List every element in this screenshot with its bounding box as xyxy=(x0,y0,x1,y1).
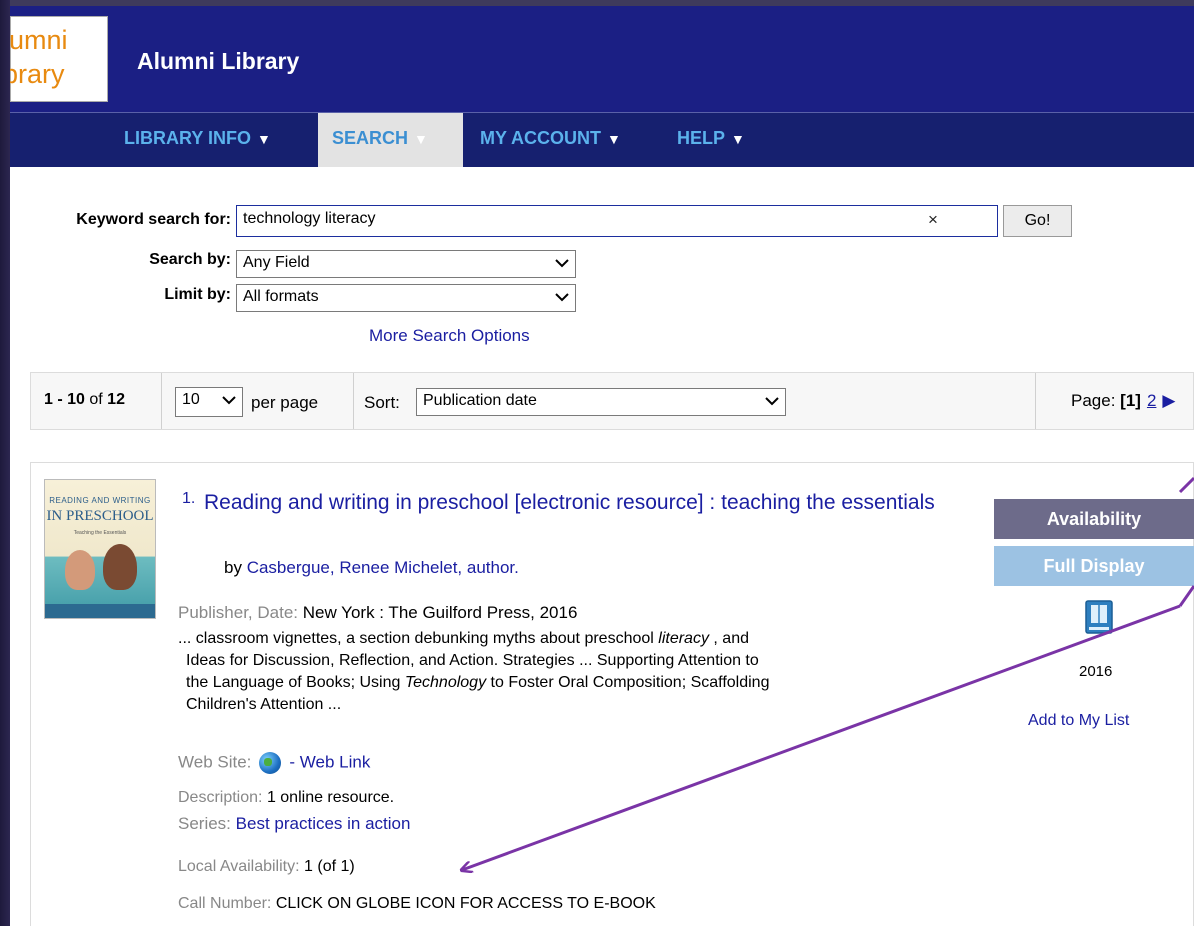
series-label: Series: xyxy=(178,814,231,833)
snippet-text: the Language of Books; Using xyxy=(186,674,405,691)
chevron-down-icon xyxy=(765,397,779,406)
site-title: Alumni Library xyxy=(137,48,300,74)
current-page: [1] xyxy=(1120,391,1141,410)
nav-my-account[interactable]: MY ACCOUNT ▼ xyxy=(480,113,621,167)
more-search-options-link[interactable]: More Search Options xyxy=(369,326,530,346)
ebook-icon xyxy=(1085,600,1113,634)
publisher-date: Publisher, Date: New York : The Guilford… xyxy=(178,603,577,623)
publisher-label: Publisher, Date: xyxy=(178,603,299,622)
cover-illustration xyxy=(103,544,137,590)
result-title-link[interactable]: Reading and writing in preschool [electr… xyxy=(204,488,964,518)
full-display-button[interactable]: Full Display xyxy=(994,546,1194,586)
series-row: Series: Best practices in action xyxy=(178,814,410,834)
local-availability-row: Local Availability: 1 (of 1) xyxy=(178,858,355,876)
snippet-text: , and xyxy=(708,630,749,647)
call-number-row: Call Number: CLICK ON GLOBE ICON FOR ACC… xyxy=(178,895,656,913)
book-cover-image[interactable]: READING AND WRITING IN PRESCHOOL Teachin… xyxy=(44,479,156,619)
availability-button[interactable]: Availability xyxy=(994,499,1194,539)
chevron-down-icon: ▼ xyxy=(257,131,271,147)
snippet-text: Ideas for Discussion, Reflection, and Ac… xyxy=(186,652,759,669)
cover-illustration xyxy=(65,550,95,590)
web-link[interactable]: - Web Link xyxy=(289,752,370,771)
limit-by-label: Limit by: xyxy=(164,286,231,303)
per-page-select[interactable]: 10 xyxy=(175,387,243,417)
go-button[interactable]: Go! xyxy=(1003,205,1072,237)
results-of: of xyxy=(89,391,103,408)
next-page-icon[interactable]: ▶ xyxy=(1162,391,1175,410)
cover-text-line1: READING AND WRITING xyxy=(49,496,151,505)
chevron-down-icon: ▼ xyxy=(607,131,621,147)
divider xyxy=(353,373,354,429)
cover-band xyxy=(45,604,155,618)
results-toolbar: 1 - 10 of 12 10 per page Sort: Publicati… xyxy=(30,372,1194,430)
site-header: lumni brary Alumni Library xyxy=(10,6,1194,112)
snippet-highlight: Technology xyxy=(404,674,487,691)
limit-by-value: All formats xyxy=(243,288,319,305)
search-by-label: Search by: xyxy=(149,251,231,268)
sort-value: Publication date xyxy=(423,392,537,409)
snippet-highlight: literacy xyxy=(658,630,709,647)
call-number-value: CLICK ON GLOBE ICON FOR ACCESS TO E-BOOK xyxy=(275,895,656,912)
logo-text-line1: lumni xyxy=(10,25,68,55)
search-by-value: Any Field xyxy=(243,254,310,271)
library-logo[interactable]: lumni brary xyxy=(10,16,108,102)
keyword-search-input[interactable]: technology literacy xyxy=(236,205,998,237)
results-range: 1 - 10 xyxy=(44,391,85,408)
chevron-down-icon: ▼ xyxy=(731,131,745,147)
call-number-label: Call Number: xyxy=(178,895,272,912)
page-2-link[interactable]: 2 xyxy=(1147,391,1156,410)
author-by: by xyxy=(224,558,242,577)
snippet-text: to Foster Oral Composition; Scaffolding xyxy=(486,674,770,691)
results-total: 12 xyxy=(107,391,125,408)
divider xyxy=(1035,373,1036,429)
main-nav: LIBRARY INFO ▼ SEARCH ▼ MY ACCOUNT ▼ HELP ▼ xyxy=(10,112,1194,167)
nav-my-account-label: MY ACCOUNT xyxy=(480,128,601,148)
pagination: Page: [1] 2 ▶ xyxy=(1071,391,1176,411)
sort-select[interactable]: Publication date xyxy=(416,388,786,416)
snippet-text: ... classroom vignettes, a section debun… xyxy=(178,630,659,647)
snippet-text: Children's Attention ... xyxy=(186,696,342,713)
nav-library-info-label: LIBRARY INFO xyxy=(124,128,252,148)
browser-page: lumni brary Alumni Library LIBRARY INFO ▼… xyxy=(10,6,1194,926)
page-label: Page: xyxy=(1071,391,1116,410)
nav-library-info[interactable]: LIBRARY INFO ▼ xyxy=(124,113,271,167)
chevron-down-icon xyxy=(555,259,569,268)
chevron-down-icon xyxy=(555,293,569,302)
result-author: by Casbergue, Renee Michelet, author. xyxy=(224,558,519,578)
keyword-label: Keyword search for: xyxy=(76,211,231,228)
per-page-label: per page xyxy=(251,393,319,412)
result-snippet: ... classroom vignettes, a section debun… xyxy=(178,628,968,716)
logo-text-line2: brary xyxy=(10,59,65,89)
web-site-row: Web Site: - Web Link xyxy=(178,752,370,774)
search-by-select[interactable]: Any Field xyxy=(236,250,576,278)
description-value: 1 online resource. xyxy=(266,789,395,806)
chevron-down-icon xyxy=(222,396,236,405)
chevron-down-icon: ▼ xyxy=(414,131,428,147)
globe-icon[interactable] xyxy=(259,752,282,774)
web-site-label: Web Site: xyxy=(178,752,252,772)
slide-frame-left xyxy=(0,0,10,926)
result-number: 1. xyxy=(182,490,196,507)
add-to-my-list-link[interactable]: Add to My List xyxy=(1028,712,1129,730)
nav-search[interactable]: SEARCH ▼ xyxy=(318,113,463,167)
nav-help-label: HELP xyxy=(677,128,726,148)
description-label: Description: xyxy=(178,789,263,806)
series-link[interactable]: Best practices in action xyxy=(236,814,411,833)
author-link[interactable]: Casbergue, Renee Michelet, author. xyxy=(247,558,519,577)
nav-search-label: SEARCH xyxy=(332,128,409,148)
publisher-value: New York : The Guilford Press, 2016 xyxy=(302,603,578,622)
nav-help[interactable]: HELP ▼ xyxy=(677,113,745,167)
publication-year: 2016 xyxy=(1079,663,1113,680)
local-availability-label: Local Availability: xyxy=(178,858,300,875)
cover-text-line2: IN PRESCHOOL xyxy=(46,508,154,524)
clear-icon[interactable]: × xyxy=(928,210,938,230)
local-availability-value: 1 (of 1) xyxy=(304,858,355,875)
description-row: Description: 1 online resource. xyxy=(178,789,394,807)
limit-by-select[interactable]: All formats xyxy=(236,284,576,312)
divider xyxy=(161,373,162,429)
results-count: 1 - 10 of 12 xyxy=(44,391,125,409)
sort-label: Sort: xyxy=(364,393,400,412)
cover-text-line3: Teaching the Essentials xyxy=(73,530,127,536)
per-page-value: 10 xyxy=(182,391,200,408)
